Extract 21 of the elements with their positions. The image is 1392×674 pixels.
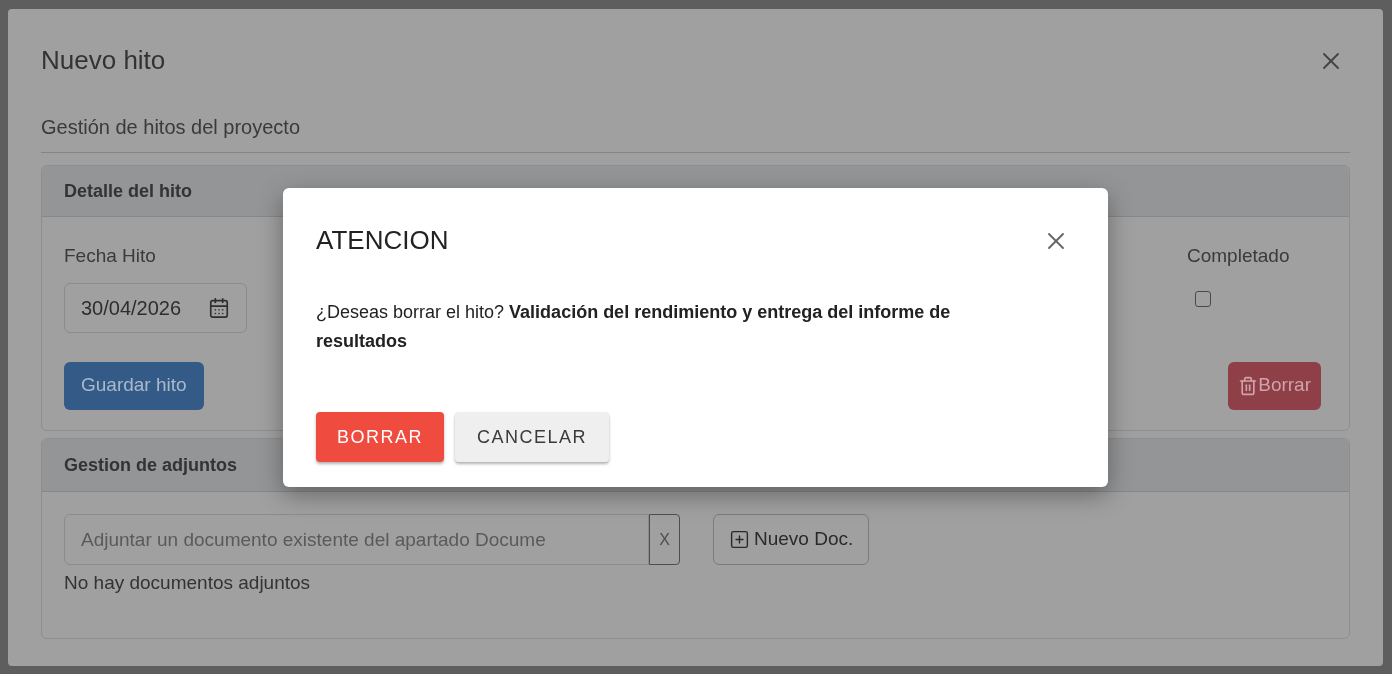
field-label: Fecha Hito — [64, 244, 157, 268]
document-search-field[interactable]: Adjuntar un documento existente del apartado Docume — [64, 514, 649, 565]
save-button[interactable]: Guardar hito — [64, 361, 204, 410]
checkbox[interactable] — [1195, 290, 1211, 307]
calendar-icon — [208, 296, 230, 319]
card-title: Gestion de adjuntos — [64, 453, 237, 477]
delete-button[interactable]: BORRAR — [316, 412, 444, 462]
date-field[interactable]: 30/04/2026 — [64, 282, 247, 333]
new-document-button[interactable]: Nuevo Doc. — [713, 514, 870, 565]
cancel-button[interactable]: CANCELAR — [455, 412, 610, 462]
dialog-subtitle: Gestión de hitos del proyecto — [41, 112, 1350, 153]
alert-message: ¿Deseas borrar el hito? Validación del rendimiento y entrega del informe de resultados — [316, 301, 952, 353]
card-title: Detalle del hito — [64, 179, 193, 203]
clear-button[interactable]: X — [649, 514, 680, 565]
empty-message: No hay documentos adjuntos — [64, 571, 312, 595]
alert-title: ATENCION — [316, 224, 449, 257]
field-label: Completado — [1187, 244, 1291, 268]
plus-icon — [729, 529, 750, 550]
delete-button[interactable]: Borrar — [1228, 361, 1321, 410]
trash-icon — [1238, 375, 1259, 396]
dialog-title: Nuevo hito — [41, 44, 166, 77]
